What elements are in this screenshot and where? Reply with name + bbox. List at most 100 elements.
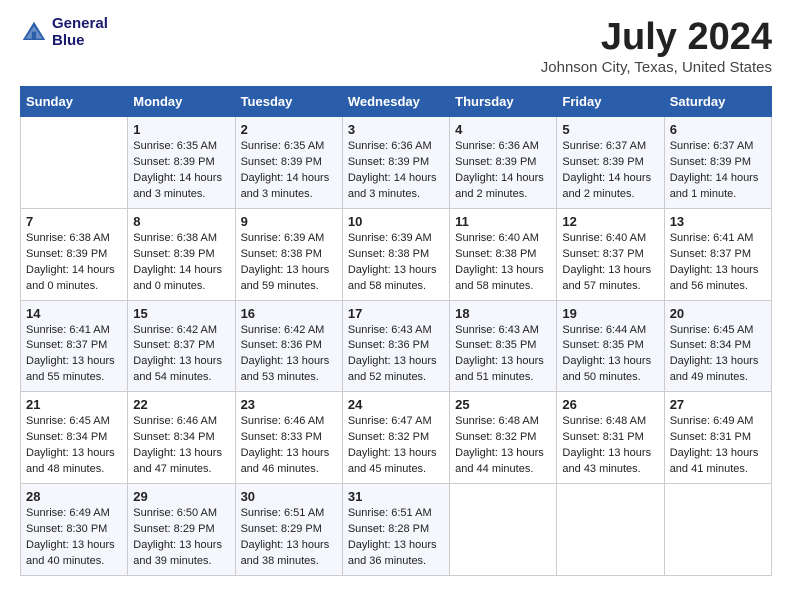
cell-info-line: Daylight: 13 hours bbox=[455, 355, 544, 367]
day-number: 28 bbox=[26, 489, 122, 504]
header: General Blue July 2024 Johnson City, Tex… bbox=[20, 16, 772, 76]
cell-info: Sunrise: 6:42 AMSunset: 8:37 PMDaylight:… bbox=[133, 323, 229, 387]
location: Johnson City, Texas, United States bbox=[541, 59, 772, 76]
calendar-week-row: 1Sunrise: 6:35 AMSunset: 8:39 PMDaylight… bbox=[21, 117, 772, 209]
cell-info-line: Daylight: 13 hours bbox=[133, 447, 222, 459]
cell-info-line: and 51 minutes. bbox=[455, 371, 533, 383]
cell-info-line: Daylight: 13 hours bbox=[241, 355, 330, 367]
calendar-cell: 1Sunrise: 6:35 AMSunset: 8:39 PMDaylight… bbox=[128, 117, 235, 209]
cell-info-line: and 38 minutes. bbox=[241, 555, 319, 567]
cell-info-line: Daylight: 13 hours bbox=[348, 264, 437, 276]
cell-info-line: and 49 minutes. bbox=[670, 371, 748, 383]
cell-info-line: Sunrise: 6:38 AM bbox=[26, 232, 110, 244]
calendar-cell bbox=[21, 117, 128, 209]
day-number: 18 bbox=[455, 306, 551, 321]
calendar-cell: 16Sunrise: 6:42 AMSunset: 8:36 PMDayligh… bbox=[235, 300, 342, 392]
cell-info-line: Sunset: 8:32 PM bbox=[348, 431, 429, 443]
cell-info-line: and 3 minutes. bbox=[348, 188, 420, 200]
calendar-cell: 3Sunrise: 6:36 AMSunset: 8:39 PMDaylight… bbox=[342, 117, 449, 209]
day-number: 11 bbox=[455, 214, 551, 229]
cell-info-line: Sunrise: 6:37 AM bbox=[562, 140, 646, 152]
cell-info-line: Sunrise: 6:44 AM bbox=[562, 324, 646, 336]
cell-info-line: Daylight: 14 hours bbox=[670, 172, 759, 184]
cell-info-line: and 58 minutes. bbox=[348, 280, 426, 292]
cell-info-line: Sunrise: 6:39 AM bbox=[241, 232, 325, 244]
day-number: 1 bbox=[133, 122, 229, 137]
calendar-cell: 30Sunrise: 6:51 AMSunset: 8:29 PMDayligh… bbox=[235, 484, 342, 576]
calendar-cell: 19Sunrise: 6:44 AMSunset: 8:35 PMDayligh… bbox=[557, 300, 664, 392]
day-number: 19 bbox=[562, 306, 658, 321]
cell-info: Sunrise: 6:36 AMSunset: 8:39 PMDaylight:… bbox=[455, 139, 551, 203]
cell-info-line: Sunrise: 6:40 AM bbox=[455, 232, 539, 244]
cell-info-line: Daylight: 13 hours bbox=[348, 539, 437, 551]
day-number: 16 bbox=[241, 306, 337, 321]
cell-info: Sunrise: 6:45 AMSunset: 8:34 PMDaylight:… bbox=[26, 414, 122, 478]
cell-info-line: Daylight: 13 hours bbox=[241, 539, 330, 551]
cell-info-line: and 54 minutes. bbox=[133, 371, 211, 383]
cell-info: Sunrise: 6:38 AMSunset: 8:39 PMDaylight:… bbox=[26, 231, 122, 295]
cell-info-line: Daylight: 13 hours bbox=[455, 264, 544, 276]
calendar-cell: 14Sunrise: 6:41 AMSunset: 8:37 PMDayligh… bbox=[21, 300, 128, 392]
cell-info-line: and 40 minutes. bbox=[26, 555, 104, 567]
logo-line1: General bbox=[52, 16, 108, 33]
cell-info-line: Sunset: 8:37 PM bbox=[133, 339, 214, 351]
day-number: 15 bbox=[133, 306, 229, 321]
cell-info-line: Sunrise: 6:45 AM bbox=[670, 324, 754, 336]
cell-info-line: Daylight: 14 hours bbox=[133, 264, 222, 276]
cell-info: Sunrise: 6:41 AMSunset: 8:37 PMDaylight:… bbox=[670, 231, 766, 295]
cell-info-line: Daylight: 13 hours bbox=[670, 264, 759, 276]
cell-info-line: and 3 minutes. bbox=[133, 188, 205, 200]
cell-info-line: and 46 minutes. bbox=[241, 463, 319, 475]
calendar-week-row: 14Sunrise: 6:41 AMSunset: 8:37 PMDayligh… bbox=[21, 300, 772, 392]
cell-info-line: Daylight: 13 hours bbox=[562, 447, 651, 459]
calendar-cell: 6Sunrise: 6:37 AMSunset: 8:39 PMDaylight… bbox=[664, 117, 771, 209]
cell-info: Sunrise: 6:48 AMSunset: 8:31 PMDaylight:… bbox=[562, 414, 658, 478]
cell-info-line: Sunset: 8:28 PM bbox=[348, 523, 429, 535]
cell-info-line: Sunset: 8:39 PM bbox=[562, 156, 643, 168]
cell-info-line: Sunset: 8:31 PM bbox=[562, 431, 643, 443]
cell-info-line: Sunrise: 6:35 AM bbox=[133, 140, 217, 152]
cell-info-line: Sunset: 8:39 PM bbox=[241, 156, 322, 168]
logo: General Blue bbox=[20, 16, 108, 49]
calendar-cell: 25Sunrise: 6:48 AMSunset: 8:32 PMDayligh… bbox=[450, 392, 557, 484]
calendar-cell: 4Sunrise: 6:36 AMSunset: 8:39 PMDaylight… bbox=[450, 117, 557, 209]
cell-info-line: and 47 minutes. bbox=[133, 463, 211, 475]
calendar-cell bbox=[664, 484, 771, 576]
day-number: 22 bbox=[133, 397, 229, 412]
cell-info-line: Daylight: 13 hours bbox=[455, 447, 544, 459]
calendar-cell: 11 Sunrise: 6:40 AMSunset: 8:38 PMDayligh… bbox=[450, 208, 557, 300]
calendar-cell bbox=[450, 484, 557, 576]
cell-info-line: Sunrise: 6:41 AM bbox=[670, 232, 754, 244]
cell-info-line: Sunset: 8:37 PM bbox=[562, 248, 643, 260]
cell-info: Sunrise: 6:40 AMSunset: 8:38 PMDaylight:… bbox=[455, 231, 551, 295]
cell-info-line: Sunset: 8:39 PM bbox=[455, 156, 536, 168]
calendar-header-thursday: Thursday bbox=[450, 87, 557, 117]
cell-info-line: and 1 minute. bbox=[670, 188, 737, 200]
calendar-table: SundayMondayTuesdayWednesdayThursdayFrid… bbox=[20, 86, 772, 576]
day-number: 26 bbox=[562, 397, 658, 412]
cell-info-line: Sunset: 8:35 PM bbox=[455, 339, 536, 351]
cell-info-line: Sunrise: 6:43 AM bbox=[348, 324, 432, 336]
cell-info-line: Sunrise: 6:46 AM bbox=[133, 415, 217, 427]
calendar-header-monday: Monday bbox=[128, 87, 235, 117]
cell-info-line: and 50 minutes. bbox=[562, 371, 640, 383]
cell-info-line: Daylight: 14 hours bbox=[241, 172, 330, 184]
month-title: July 2024 bbox=[541, 16, 772, 59]
cell-info-line: Sunset: 8:37 PM bbox=[26, 339, 107, 351]
cell-info: Sunrise: 6:35 AMSunset: 8:39 PMDaylight:… bbox=[241, 139, 337, 203]
calendar-cell: 28Sunrise: 6:49 AMSunset: 8:30 PMDayligh… bbox=[21, 484, 128, 576]
logo-text: General Blue bbox=[52, 16, 108, 49]
cell-info: Sunrise: 6:40 AMSunset: 8:37 PMDaylight:… bbox=[562, 231, 658, 295]
cell-info: Sunrise: 6:37 AMSunset: 8:39 PMDaylight:… bbox=[670, 139, 766, 203]
cell-info-line: Sunrise: 6:36 AM bbox=[348, 140, 432, 152]
day-number: 27 bbox=[670, 397, 766, 412]
cell-info: Sunrise: 6:41 AMSunset: 8:37 PMDaylight:… bbox=[26, 323, 122, 387]
cell-info-line: Daylight: 14 hours bbox=[562, 172, 651, 184]
calendar-cell: 24Sunrise: 6:47 AMSunset: 8:32 PMDayligh… bbox=[342, 392, 449, 484]
cell-info-line: Sunrise: 6:36 AM bbox=[455, 140, 539, 152]
cell-info-line: and 45 minutes. bbox=[348, 463, 426, 475]
calendar-cell: 17Sunrise: 6:43 AMSunset: 8:36 PMDayligh… bbox=[342, 300, 449, 392]
cell-info-line: Sunset: 8:38 PM bbox=[241, 248, 322, 260]
cell-info: Sunrise: 6:38 AMSunset: 8:39 PMDaylight:… bbox=[133, 231, 229, 295]
calendar-cell: 23Sunrise: 6:46 AMSunset: 8:33 PMDayligh… bbox=[235, 392, 342, 484]
